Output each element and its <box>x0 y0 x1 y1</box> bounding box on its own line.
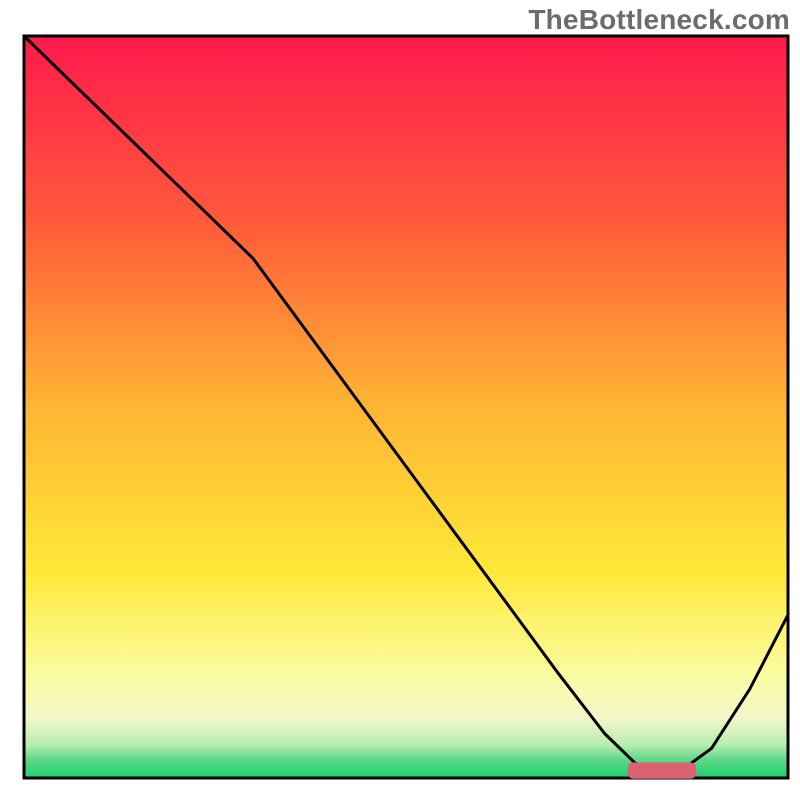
bottleneck-chart <box>0 0 800 800</box>
plot-area <box>24 36 788 779</box>
optimal-range-marker <box>628 762 697 778</box>
chart-container: TheBottleneck.com <box>0 0 800 800</box>
